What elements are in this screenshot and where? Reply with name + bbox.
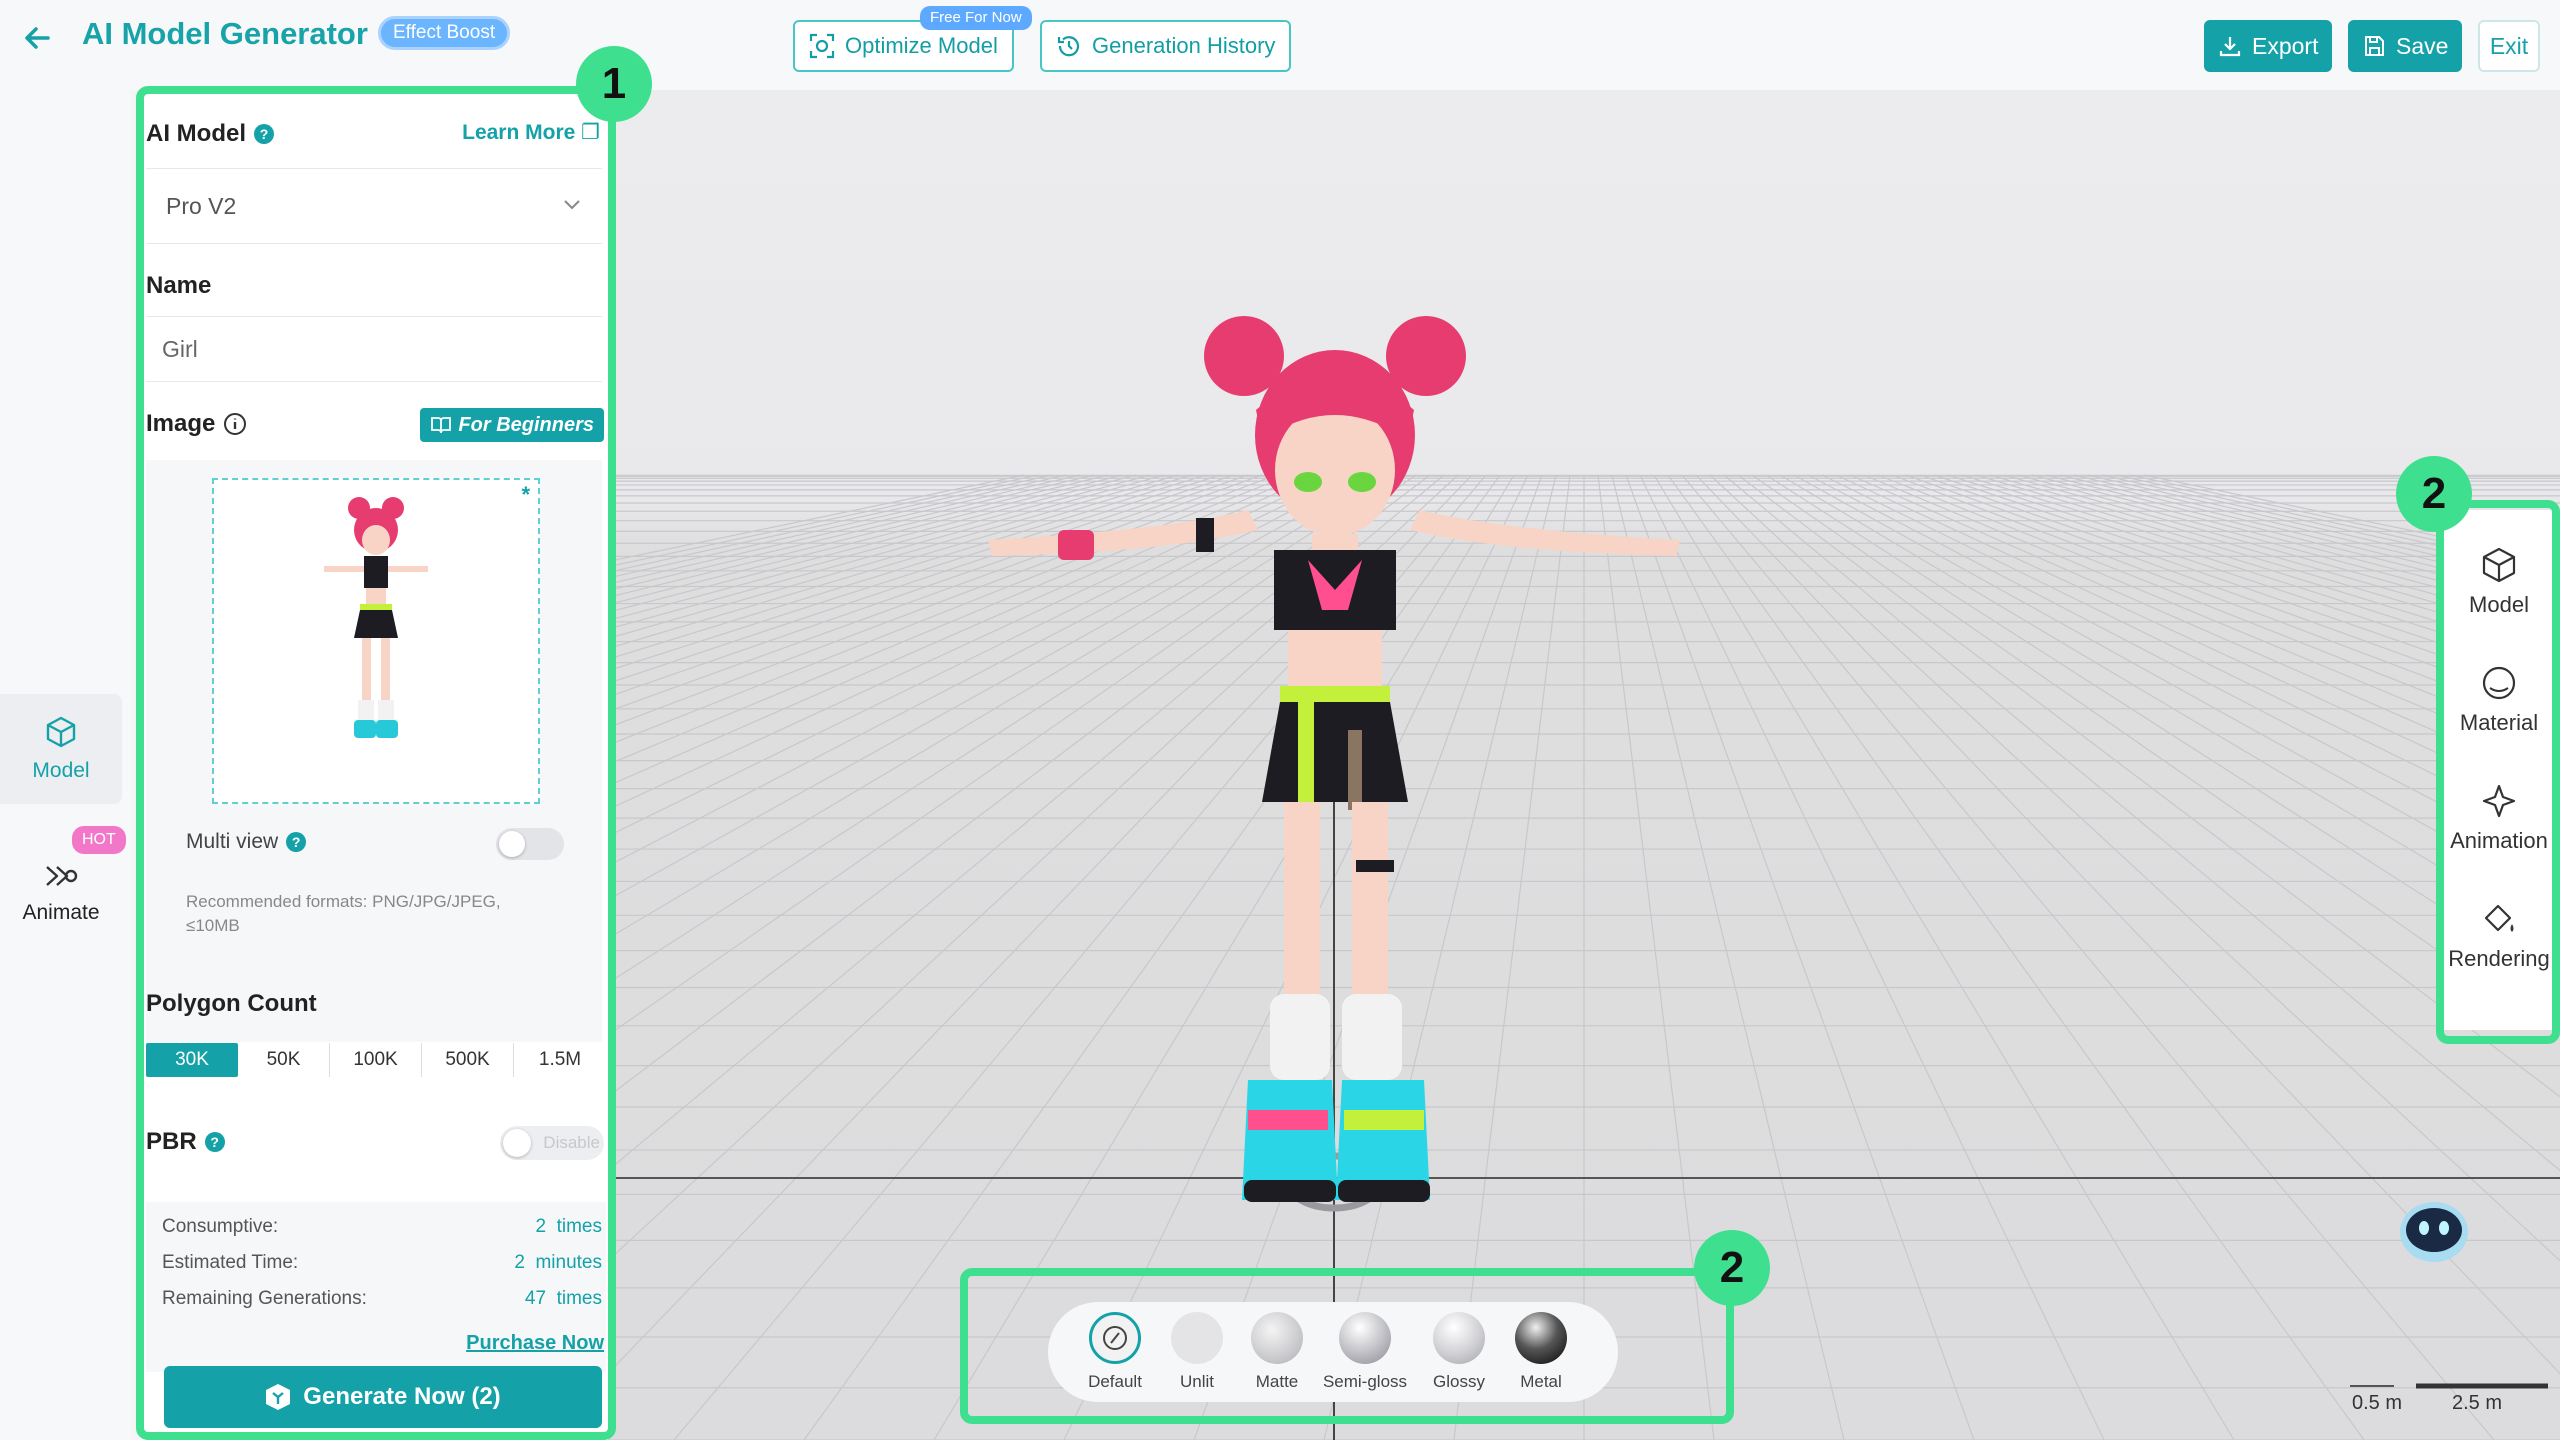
export-button[interactable]: Export <box>2204 20 2333 72</box>
matte-sphere-icon <box>1251 1312 1303 1364</box>
polygon-count-heading: Polygon Count <box>146 990 317 1017</box>
pbr-toggle[interactable]: Disable <box>500 1126 604 1160</box>
rail-item-model[interactable]: Model <box>0 694 122 804</box>
glossy-sphere-icon <box>1433 1312 1485 1364</box>
name-heading: Name <box>146 272 212 299</box>
unlit-sphere-icon <box>1171 1312 1223 1364</box>
generator-panel: AI Model ? Learn More ❐ Pro V2 Name Girl… <box>140 90 608 1440</box>
ai-model-value: Pro V2 <box>166 192 237 219</box>
info-icon[interactable] <box>223 412 247 436</box>
default-material-icon <box>1089 1312 1141 1364</box>
metal-sphere-icon <box>1515 1312 1567 1364</box>
learn-more-link[interactable]: Learn More ❐ <box>462 120 600 145</box>
toggle-knob <box>499 831 525 857</box>
rail-animate-label: Animate <box>22 901 100 924</box>
reference-image-dropzone[interactable]: * <box>212 478 540 804</box>
cube-icon <box>46 716 76 748</box>
ai-model-heading: AI Model ? <box>146 120 274 148</box>
toggle-knob <box>503 1129 531 1157</box>
hot-badge: HOT <box>72 826 126 854</box>
ai-model-select[interactable]: Pro V2 <box>146 168 602 244</box>
assistant-robot-icon[interactable] <box>2396 1192 2472 1268</box>
material-unlit[interactable]: Unlit <box>1152 1312 1242 1398</box>
save-button[interactable]: Save <box>2348 20 2463 72</box>
pbr-heading: PBR ? <box>146 1128 225 1156</box>
tool-material[interactable]: Material <box>2444 650 2554 750</box>
multi-view-row: Multi view ? <box>186 830 307 854</box>
purchase-now-link[interactable]: Purchase Now <box>466 1332 604 1355</box>
rail-model-label: Model <box>32 759 90 782</box>
cube-icon <box>2482 547 2516 583</box>
scale-bar <box>2350 1383 2548 1389</box>
tool-rendering[interactable]: Rendering <box>2444 886 2554 986</box>
stat-remaining-generations: Remaining Generations: 47 times <box>162 1288 602 1309</box>
name-field[interactable]: Girl <box>146 316 602 382</box>
download-icon <box>2219 37 2241 57</box>
right-toolbar: Model Material Animation Rendering <box>2444 510 2554 1030</box>
optimize-model-label: Optimize Model <box>845 33 998 58</box>
tool-animation[interactable]: Animation <box>2444 768 2554 868</box>
external-link-icon: ❐ <box>581 121 600 144</box>
material-default[interactable]: Default <box>1070 1312 1160 1398</box>
3d-viewport[interactable] <box>608 90 2560 1440</box>
animate-chevrons-icon <box>46 866 78 886</box>
annotation-badge-1: 1 <box>576 46 652 122</box>
effect-boost-badge[interactable]: Effect Boost <box>378 16 511 50</box>
sparkle-icon <box>2482 784 2516 818</box>
export-label: Export <box>2252 32 2319 59</box>
help-icon[interactable]: ? <box>254 124 274 144</box>
polygon-option-50k[interactable]: 50K <box>238 1043 330 1077</box>
generation-history-button[interactable]: Generation History <box>1040 20 1292 72</box>
required-marker: * <box>521 482 530 507</box>
material-metal[interactable]: Metal <box>1496 1312 1586 1398</box>
material-presets-bar: Default Unlit Matte Semi-gloss Glossy Me… <box>1048 1302 1618 1402</box>
material-matte[interactable]: Matte <box>1232 1312 1322 1398</box>
image-upload-zone: * Multi view ? Recommended formats: PNG/… <box>146 460 602 1042</box>
app-title: AI Model Generator <box>82 16 368 51</box>
chevron-down-icon <box>564 200 580 210</box>
multi-view-toggle[interactable] <box>496 828 564 860</box>
image-heading: Image <box>146 410 247 438</box>
save-label: Save <box>2396 32 2449 59</box>
floppy-disk-icon <box>2365 36 2384 56</box>
scale-small-label: 0.5 m <box>2352 1392 2403 1414</box>
polygon-option-30k[interactable]: 30K <box>146 1043 238 1077</box>
history-icon <box>1057 36 1080 57</box>
polygon-option-100k[interactable]: 100K <box>330 1043 422 1077</box>
scale-large-label: 2.5 m <box>2452 1392 2503 1414</box>
scan-cube-icon <box>809 33 835 59</box>
exit-button[interactable]: Exit <box>2478 20 2540 72</box>
generate-now-button[interactable]: Generate Now (2) <box>164 1366 602 1428</box>
stat-estimated-time: Estimated Time: 2 minutes <box>162 1252 602 1273</box>
pbr-state-label: Disable <box>543 1133 600 1152</box>
open-book-icon <box>431 417 452 434</box>
polygon-option-1-5m[interactable]: 1.5M <box>514 1043 606 1077</box>
reference-image-thumbnail <box>324 497 428 738</box>
formats-note: Recommended formats: PNG/JPG/JPEG, ≤10MB <box>186 892 501 935</box>
free-for-now-badge: Free For Now <box>920 6 1032 30</box>
polygon-option-500k[interactable]: 500K <box>422 1043 514 1077</box>
paint-bucket-icon <box>2484 904 2514 932</box>
polygon-count-selector: 30K 50K 100K 500K 1.5M <box>146 1042 606 1078</box>
floor-grid <box>608 316 2560 1440</box>
gem-icon <box>266 1384 291 1410</box>
semi-gloss-sphere-icon <box>1339 1312 1391 1364</box>
sphere-icon <box>2482 666 2516 700</box>
for-beginners-button[interactable]: For Beginners <box>420 408 604 442</box>
material-semi-gloss[interactable]: Semi-gloss <box>1320 1312 1410 1398</box>
top-bar: AI Model Generator Effect Boost Optimize… <box>0 0 2560 90</box>
left-rail: Model Animate <box>0 90 130 1440</box>
character-model[interactable] <box>608 316 1680 1212</box>
help-icon[interactable]: ? <box>286 832 307 852</box>
back-arrow-icon[interactable] <box>18 18 58 58</box>
generation-history-label: Generation History <box>1092 33 1276 58</box>
tool-model[interactable]: Model <box>2444 532 2554 632</box>
rail-item-animate[interactable]: Animate <box>0 838 122 948</box>
help-icon[interactable]: ? <box>204 1132 225 1152</box>
annotation-badge-2-toolbar: 2 <box>2396 456 2472 532</box>
stat-consumptive: Consumptive: 2 times <box>162 1216 602 1237</box>
material-glossy[interactable]: Glossy <box>1414 1312 1504 1398</box>
annotation-badge-2-materials: 2 <box>1694 1230 1770 1306</box>
